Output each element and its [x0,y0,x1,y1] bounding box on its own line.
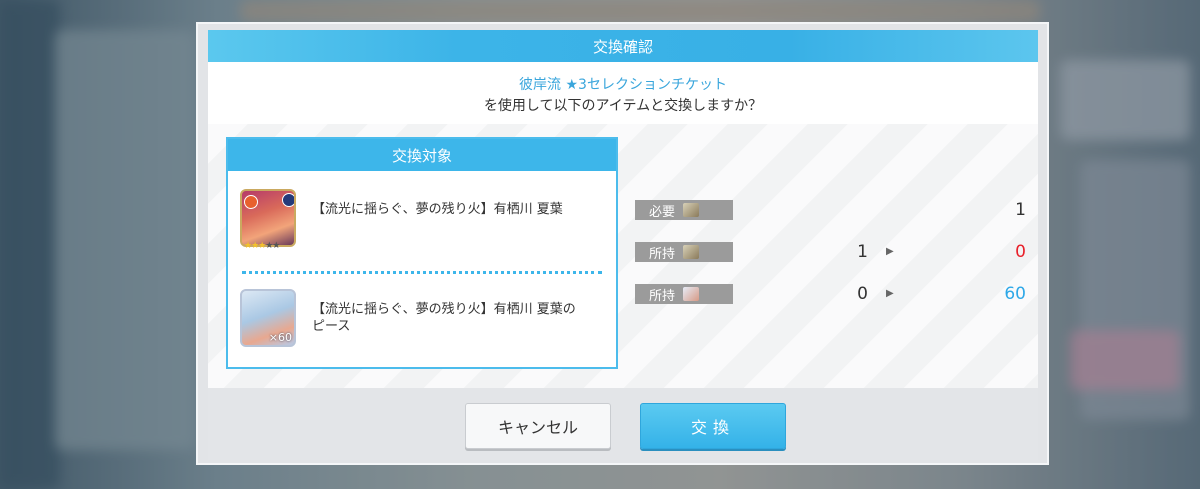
ticket-icon [683,203,700,217]
dialog-footer [208,388,1038,460]
cancel-button[interactable]: キャンセル [465,403,611,449]
exchange-target-header: 交換対象 [228,139,616,171]
owned-piece-label: 所持 [635,284,733,304]
ticket-icon [683,245,700,259]
exchange-button[interactable]: 交換 [640,403,786,449]
confirm-question: を使用して以下のアイテムと交換しますか？ [483,98,763,114]
piece-icon [683,287,700,301]
owned-piece-after: 60 [1004,284,1026,304]
exchange-confirm-dialog: 交換確認 彼岸流 ★3セレクションチケット を使用して以下のアイテムと交換します… [196,22,1049,465]
dotted-divider [242,271,602,274]
confirm-message: 彼岸流 ★3セレクションチケット を使用して以下のアイテムと交換しますか？ [208,62,1038,124]
piece-icon[interactable]: ×60 [240,289,296,347]
rarity-stars: ★★★★★ [244,241,280,251]
ticket-name: 彼岸流 ★3セレクションチケット [519,77,727,93]
required-label-text: 必要 [649,204,676,220]
required-value: 1 [1015,200,1026,220]
attribute-badge-icon [244,195,258,209]
exchange-target-panel: 交換対象 ★★★★★ 【流光に揺らぐ、夢の残り火】有栖川 夏葉 ×60 【流光に… [226,137,618,369]
moon-badge-icon [282,193,294,207]
owned-ticket-before: 1 [857,242,868,262]
piece-quantity: ×60 [268,331,292,344]
owned-ticket-label: 所持 [635,242,733,262]
card-name: 【流光に揺らぐ、夢の残り火】有栖川 夏葉 [312,202,563,217]
dialog-title: 交換確認 [208,30,1038,62]
owned-piece-before: 0 [857,284,868,304]
owned-piece-label-text: 所持 [649,288,676,304]
arrow-right-icon: ▶ [886,288,894,299]
arrow-right-icon: ▶ [886,246,894,257]
owned-ticket-after: 0 [1015,242,1026,262]
owned-ticket-label-text: 所持 [649,246,676,262]
target-item-card: ★★★★★ 【流光に揺らぐ、夢の残り火】有栖川 夏葉 [240,189,610,259]
piece-name: 【流光に揺らぐ、夢の残り火】有栖川 夏葉のピース [312,302,576,334]
required-label: 必要 [635,200,733,220]
target-item-piece: ×60 【流光に揺らぐ、夢の残り火】有栖川 夏葉のピース [240,289,610,359]
card-icon[interactable] [240,189,296,247]
